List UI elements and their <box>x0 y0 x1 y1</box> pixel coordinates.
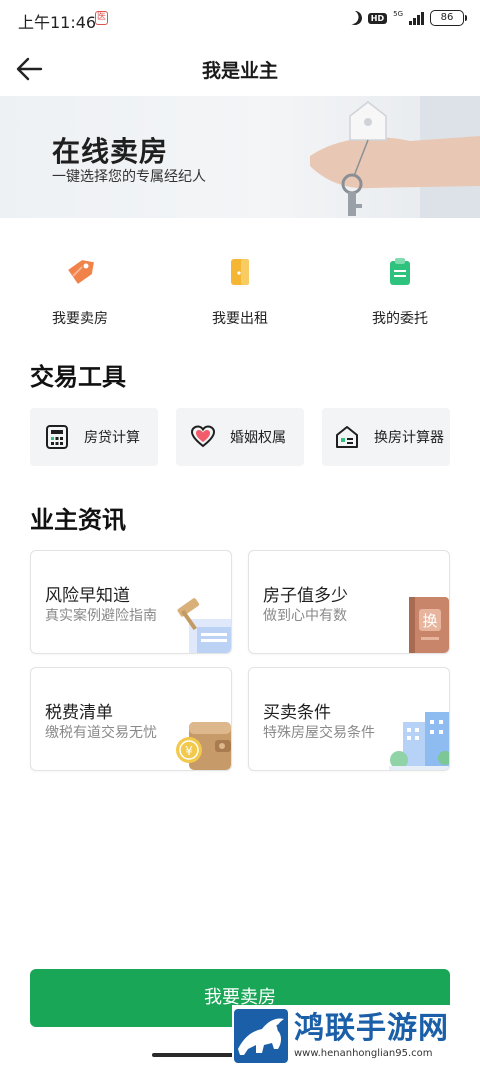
hand-key-illustration <box>310 96 480 218</box>
info-card-tax[interactable]: 税费清单 缴税有道交易无忧 ¥ <box>30 667 232 771</box>
owner-info-section-title: 业主资讯 <box>30 506 126 534</box>
tool-label: 换房计算器 <box>374 430 444 446</box>
watermark-url: www.henanhonglian95.com <box>294 1048 433 1059</box>
clipboard-icon <box>390 258 410 285</box>
card-subtitle: 真实案例避险指南 <box>45 608 157 624</box>
nav-bar: 我是业主 <box>0 40 480 96</box>
banner-subtitle: 一键选择您的专属经纪人 <box>52 169 206 185</box>
card-title: 房子值多少 <box>263 586 348 606</box>
sell-online-banner[interactable]: 在线卖房 一键选择您的专属经纪人 <box>0 96 480 218</box>
wallet-coin-icon: ¥ <box>176 722 231 770</box>
door-icon <box>231 259 249 285</box>
tool-label: 婚姻权属 <box>230 430 286 446</box>
battery-icon: 86 <box>430 10 467 26</box>
notification-icon: 医 <box>95 11 108 25</box>
house-swap-calculator-button[interactable]: 换房计算器 <box>322 408 450 466</box>
quick-action-rent[interactable]: 我要出租 <box>160 248 320 338</box>
house-calculator-icon <box>336 426 358 448</box>
card-subtitle: 做到心中有数 <box>263 608 347 624</box>
quick-action-entrust[interactable]: 我的委托 <box>320 248 480 338</box>
tools-row: 房贷计算 婚姻权属 换房计算器 <box>30 408 450 466</box>
book-character: 换 <box>422 612 437 630</box>
page-title: 我是业主 <box>201 60 278 82</box>
info-card-conditions[interactable]: 买卖条件 特殊房屋交易条件 <box>248 667 450 771</box>
quick-action-sell[interactable]: 我要卖房 <box>0 248 160 338</box>
watermark-text: 鸿联手游网 www.henanhonglian95.com <box>294 1011 449 1061</box>
tool-label: 房贷计算 <box>84 430 140 446</box>
card-title: 买卖条件 <box>263 703 331 723</box>
card-subtitle: 缴税有道交易无忧 <box>45 725 157 741</box>
banner-title: 在线卖房 <box>52 135 169 168</box>
hd-icon: HD <box>367 12 388 24</box>
moon-icon <box>346 9 364 27</box>
quick-action-label: 我的委托 <box>372 311 428 327</box>
status-indicators: HD 5G 86 <box>346 9 467 27</box>
network-label: 5G <box>393 9 403 18</box>
price-tag-icon <box>68 260 94 284</box>
calculator-icon <box>46 425 68 449</box>
gavel-icon <box>177 598 231 653</box>
quick-action-label: 我要卖房 <box>52 311 108 327</box>
card-subtitle: 特殊房屋交易条件 <box>263 725 375 741</box>
watermark-title: 鸿联手游网 <box>294 1011 449 1046</box>
quick-action-label: 我要出租 <box>212 311 268 327</box>
quick-actions: 我要卖房 我要出租 我的委托 <box>0 248 480 338</box>
buildings-icon <box>389 712 449 770</box>
card-title: 税费清单 <box>45 703 113 723</box>
certificate-book-icon: 换 <box>409 597 449 653</box>
svg-text:¥: ¥ <box>185 744 193 758</box>
site-watermark: 鸿联手游网 www.henanhonglian95.com <box>232 1005 472 1067</box>
bull-logo-icon <box>234 1009 288 1063</box>
tools-section-title: 交易工具 <box>30 363 126 391</box>
status-time: 上午11:46 <box>18 13 97 32</box>
card-title: 风险早知道 <box>45 586 130 606</box>
mortgage-calculator-button[interactable]: 房贷计算 <box>30 408 158 466</box>
marriage-ownership-button[interactable]: 婚姻权属 <box>176 408 304 466</box>
status-bar: 上午11:46 医 HD 5G 86 <box>0 0 480 40</box>
info-card-valuation[interactable]: 房子值多少 做到心中有数 换 <box>248 550 450 654</box>
signal-icon <box>409 11 424 25</box>
info-card-risk[interactable]: 风险早知道 真实案例避险指南 <box>30 550 232 654</box>
heart-icon <box>190 425 216 448</box>
